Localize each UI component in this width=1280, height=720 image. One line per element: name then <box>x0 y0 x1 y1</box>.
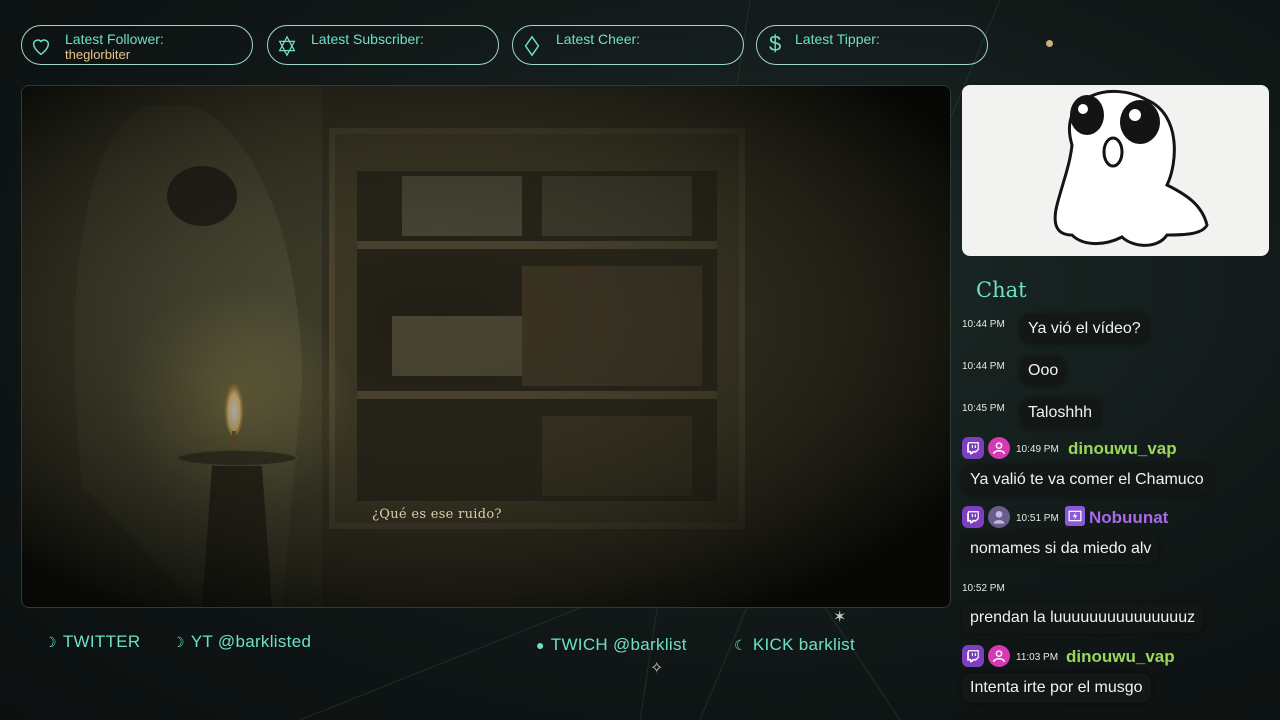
sparkle-icon: ✧ <box>650 660 664 677</box>
message-text: prendan la luuuuuuuuuuuuuuuz <box>962 603 1204 633</box>
circle-icon: ● <box>536 637 545 653</box>
chat-username: dinouwu_vap <box>1068 439 1177 458</box>
message-time: 11:03 PM <box>1016 652 1059 663</box>
social-twitter[interactable]: ☽ TWITTER <box>44 632 141 652</box>
latest-subscriber-pill: Latest Subscriber: <box>267 25 499 65</box>
avatar-cam <box>962 85 1269 256</box>
hexagram-icon <box>278 35 296 57</box>
message-time: 10:45 PM <box>962 403 1005 414</box>
user-avatar <box>988 506 1010 528</box>
message-time: 10:44 PM <box>962 361 1005 372</box>
message-time: 10:44 PM <box>962 319 1005 330</box>
social-youtube[interactable]: ☽ YT @barklisted <box>172 632 311 652</box>
ghost-avatar <box>1053 89 1209 247</box>
message-text: Ooo <box>1020 356 1067 386</box>
message-text: Ya vió el vídeo? <box>1020 314 1149 344</box>
moon-icon: ☾ <box>734 637 747 653</box>
latest-follower-value: theglorbiter <box>65 47 131 62</box>
decorative-dot <box>1046 40 1053 47</box>
dollar-icon: $ <box>769 31 782 56</box>
moon-icon: ☽ <box>172 634 185 650</box>
chat-username: dinouwu_vap <box>1066 647 1175 666</box>
social-kick[interactable]: ☾ KICK barklist <box>734 635 855 655</box>
latest-cheer-pill: Latest Cheer: <box>512 25 744 65</box>
moon-icon: ☽ <box>44 634 57 650</box>
prime-badge-icon <box>1065 506 1085 526</box>
twitch-icon <box>962 506 984 528</box>
user-icon <box>988 645 1010 667</box>
latest-tipper-label: Latest Tipper: <box>795 31 880 47</box>
message-text: Intenta irte por el musgo <box>962 673 1151 703</box>
social-label: TWITTER <box>62 632 141 651</box>
social-label: YT @barklisted <box>190 632 312 651</box>
diamond-icon <box>524 35 540 57</box>
latest-subscriber-label: Latest Subscriber: <box>311 31 424 47</box>
latest-follower-label: Latest Follower: <box>65 31 164 47</box>
latest-cheer-label: Latest Cheer: <box>556 31 641 47</box>
twitch-icon <box>962 645 984 667</box>
user-icon <box>988 437 1010 459</box>
chat-panel: 10:44 PM Ya vió el vídeo? 10:44 PM Ooo 1… <box>958 308 1268 708</box>
sparkle-icon: ✶ <box>833 609 847 626</box>
game-scene <box>22 86 950 607</box>
message-text: Taloshhh <box>1020 398 1101 428</box>
message-time: 10:51 PM <box>1016 513 1059 524</box>
message-time: 10:49 PM <box>1016 444 1059 455</box>
chat-title: Chat <box>976 278 1027 302</box>
message-text: Ya valió te va comer el Chamuco <box>962 465 1212 495</box>
twitch-icon <box>962 437 984 459</box>
message-time: 10:52 PM <box>962 583 1005 594</box>
social-twitch[interactable]: ● TWICH @barklist <box>536 635 687 655</box>
game-subtitle: ¿Qué es ese ruido? <box>372 507 502 522</box>
social-label: TWICH @barklist <box>550 635 687 654</box>
latest-follower-pill: Latest Follower: theglorbiter <box>21 25 253 65</box>
latest-tipper-pill: $ Latest Tipper: <box>756 25 988 65</box>
heart-icon <box>32 39 50 56</box>
chat-username: Nobuunat <box>1089 508 1169 527</box>
social-label: KICK barklist <box>752 635 856 654</box>
message-text: nomames si da miedo alv <box>962 534 1160 564</box>
game-capture: ¿Qué es ese ruido? <box>21 85 951 608</box>
